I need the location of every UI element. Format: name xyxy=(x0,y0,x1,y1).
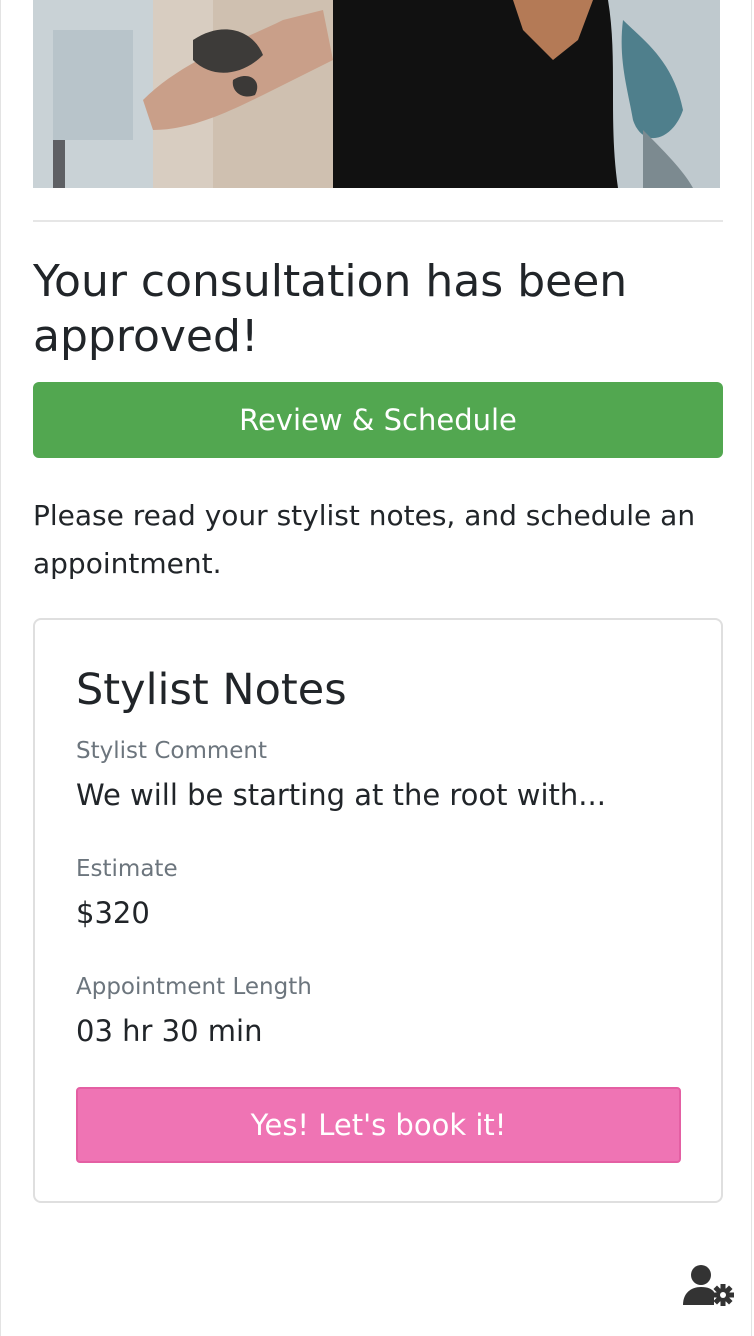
stylist-notes-card: Stylist Notes Stylist Comment We will be… xyxy=(33,618,723,1203)
appointment-length-value: 03 hr 30 min xyxy=(76,1014,263,1048)
stylist-notes-title: Stylist Notes xyxy=(76,665,347,715)
estimate-value: $320 xyxy=(76,896,150,930)
book-appointment-button[interactable]: Yes! Let's book it! xyxy=(76,1087,681,1163)
instructions-text: Please read your stylist notes, and sche… xyxy=(33,499,696,580)
divider xyxy=(33,220,723,222)
estimate-label: Estimate xyxy=(76,856,178,882)
appointment-length-label: Appointment Length xyxy=(76,974,312,1000)
review-schedule-button[interactable]: Review & Schedule xyxy=(33,382,723,458)
stylist-comment-value: We will be starting at the root with... xyxy=(76,778,606,812)
page-title: Your consultation has been approved! xyxy=(33,256,628,362)
user-settings-icon xyxy=(683,1264,734,1306)
user-settings-button[interactable] xyxy=(679,1262,739,1310)
page: Your consultation has been approved! Rev… xyxy=(0,0,752,1336)
hero-image xyxy=(33,0,720,188)
stylist-comment-label: Stylist Comment xyxy=(76,738,268,764)
